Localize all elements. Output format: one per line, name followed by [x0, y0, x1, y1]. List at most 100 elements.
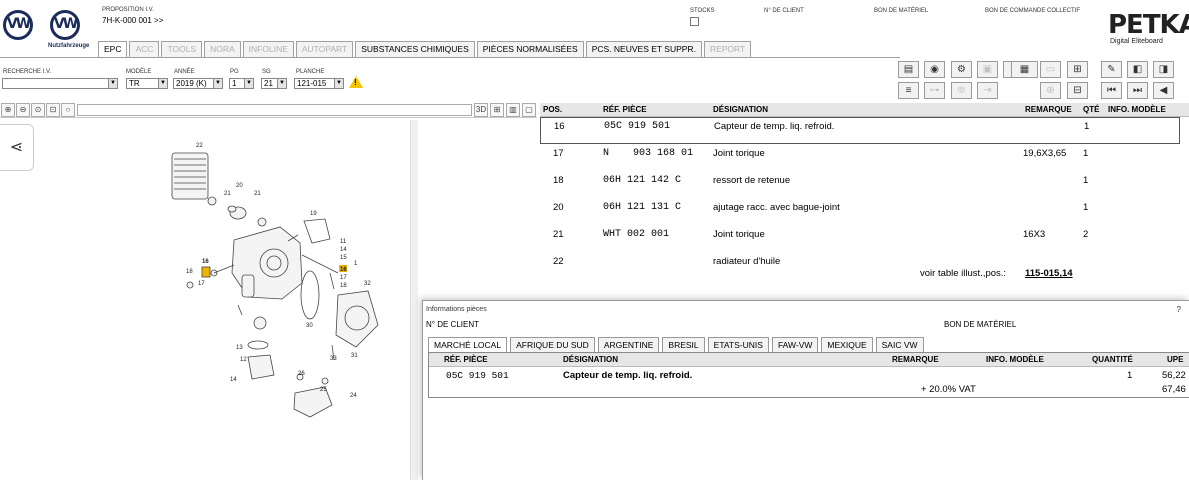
zoom-fit-icon[interactable]: ⊙: [31, 103, 45, 117]
tab-brazil[interactable]: BRESIL: [662, 337, 705, 352]
vehicle-icon[interactable]: ⊚: [951, 82, 972, 99]
next-plate-icon[interactable]: ◨: [1153, 61, 1174, 78]
search-vin-select[interactable]: ▼: [2, 78, 118, 89]
table-row[interactable]: 21 WHT 002 001 Joint torique 16X3 2: [540, 226, 1180, 253]
see-table-link[interactable]: 115-015,14: [1025, 268, 1073, 279]
cart-add-icon[interactable]: ⊕: [1040, 82, 1061, 99]
col-remark[interactable]: REMARQUE: [1025, 105, 1072, 114]
tab-epc[interactable]: EPC: [98, 41, 128, 58]
exploded-parts-diagram[interactable]: 22 20 21 21 19 16 18 17 11 14 15 16 17 1…: [150, 135, 410, 425]
col-pos[interactable]: POS.: [543, 105, 562, 114]
tab-infoline[interactable]: INFOLINE: [242, 41, 294, 57]
table-row[interactable]: 16 05C 919 501 Capteur de temp. liq. ref…: [540, 117, 1180, 144]
tab-saic-vw[interactable]: SAIC VW: [875, 337, 924, 352]
svg-text:24: 24: [350, 393, 357, 399]
row-remark: 16X3: [1023, 229, 1046, 240]
tab-argentina[interactable]: ARGENTINE: [597, 337, 660, 352]
row-qty: 2: [1083, 229, 1089, 240]
basket-icon[interactable]: ▭: [1040, 61, 1061, 78]
price-row-upe: 56,22: [1162, 370, 1186, 381]
tab-new-removed-parts[interactable]: PCS. NEUVES ET SUPPR.: [585, 41, 702, 57]
tab-standard-parts[interactable]: PIÈCES NORMALISÉES: [476, 41, 584, 57]
model-select[interactable]: TR ▼: [126, 78, 168, 89]
illustration-toolbar: ⊕ ⊖ ⊙ ⊡ ○ 3D ⊞ ▥ ▢: [0, 103, 537, 118]
col-ref[interactable]: RÉF. PIÈCE: [603, 105, 647, 114]
arrows-icon[interactable]: ⇥: [977, 82, 998, 99]
plate-select[interactable]: 121-015 ▼: [294, 78, 344, 89]
share-icon[interactable]: ⋖: [0, 124, 34, 171]
cart-edit-icon[interactable]: ⊟: [1067, 82, 1088, 99]
col-designation[interactable]: DÉSIGNATION: [713, 105, 768, 114]
table-row[interactable]: 20 06H 121 131 C ajutage racc. avec bagu…: [540, 199, 1180, 226]
diagram-scrollbar[interactable]: [410, 120, 418, 480]
tab-report[interactable]: REPORT: [703, 41, 752, 57]
dialog-title: Informations pièces: [426, 306, 487, 313]
tab-faw-vw[interactable]: FAW-VW: [771, 337, 819, 352]
svg-text:32: 32: [364, 281, 371, 287]
image-icon[interactable]: ▣: [977, 61, 998, 78]
search-vin-label: RECHERCHE I.V.: [3, 69, 52, 75]
svg-text:14: 14: [230, 377, 237, 383]
row-designation: ajutage racc. avec bague-joint: [713, 202, 840, 213]
svg-text:16: 16: [202, 259, 209, 265]
first-icon[interactable]: ⏮: [1101, 82, 1122, 99]
stocks-checkbox[interactable]: [690, 17, 699, 26]
tab-local-market[interactable]: MARCHÉ LOCAL: [428, 337, 508, 353]
split-view-icon[interactable]: ⊞: [490, 103, 504, 117]
col-quantity: QUANTITÉ: [1092, 355, 1133, 364]
row-qty: 1: [1083, 148, 1089, 159]
tab-acc[interactable]: ACC: [129, 41, 160, 57]
vat-label: + 20.0% VAT: [921, 384, 976, 395]
fullscreen-icon[interactable]: ▢: [522, 103, 536, 117]
col-qty[interactable]: QTÉ: [1083, 105, 1099, 114]
key-icon[interactable]: ⊶: [924, 82, 945, 99]
row-designation: Joint torique: [713, 148, 765, 159]
table-row[interactable]: 18 06H 121 142 C ressort de retenue 1: [540, 172, 1180, 199]
svg-text:21: 21: [254, 191, 261, 197]
svg-text:19: 19: [310, 211, 317, 217]
tab-nora[interactable]: NORA: [204, 41, 241, 57]
year-select[interactable]: 2019 (K) ▼: [173, 78, 223, 89]
prev-plate-icon[interactable]: ◧: [1127, 61, 1148, 78]
tab-autopart[interactable]: AUTOPART: [295, 41, 354, 57]
barcode-icon[interactable]: ≡: [898, 82, 919, 99]
printer-icon[interactable]: ▤: [898, 61, 919, 78]
table-row[interactable]: 22 radiateur d'huile voir table illust.,…: [540, 253, 1180, 285]
app-header: VW VW Nutzfahrzeuge PROPOSITION I.V. 7H-…: [0, 0, 1189, 66]
petka-subtitle: Digital Eliteboard: [1110, 38, 1163, 45]
previous-icon[interactable]: ⏭: [1127, 82, 1148, 99]
help-icon[interactable]: ?: [1177, 305, 1181, 314]
col-model-info[interactable]: INFO. MODÈLE: [1108, 105, 1166, 114]
warning-icon[interactable]: !: [349, 76, 363, 88]
illustration-search-input[interactable]: [77, 104, 472, 116]
elsa-icon[interactable]: ▦: [1011, 61, 1038, 78]
zoom-out-icon[interactable]: ⊖: [16, 103, 30, 117]
petka-logo: PETKA: [1108, 10, 1189, 40]
see-table-text: voir table illust.,pos.:: [920, 268, 1007, 279]
pg-select[interactable]: 1 ▼: [229, 78, 254, 89]
col-model-info: INFO. MODÈLE: [986, 355, 1044, 364]
zoom-in-icon[interactable]: ⊕: [1, 103, 15, 117]
back-icon[interactable]: ◀: [1153, 82, 1174, 99]
proposition-value[interactable]: 7H-K-000 001 >>: [102, 16, 163, 25]
market-tabs: MARCHÉ LOCAL AFRIQUE DU SUD ARGENTINE BR…: [428, 337, 927, 353]
magnifier-icon[interactable]: ○: [61, 103, 75, 117]
tab-tools[interactable]: TOOLS: [161, 41, 203, 57]
tab-mexico[interactable]: MEXIQUE: [821, 337, 873, 352]
price-row-ref: 05C 919 501: [446, 370, 509, 381]
car-icon[interactable]: ⚙: [951, 61, 972, 78]
vw-nutzfahrzeuge-logo-icon: VW: [50, 10, 80, 40]
pin-icon[interactable]: ✎: [1101, 61, 1122, 78]
layout-icon[interactable]: ▥: [506, 103, 520, 117]
tab-chemical-substances[interactable]: SUBSTANCES CHIMIQUES: [355, 41, 475, 57]
zoom-window-icon[interactable]: ⊡: [46, 103, 60, 117]
tab-usa[interactable]: ETATS-UNIS: [707, 337, 769, 352]
cart-icon[interactable]: ⊞: [1067, 61, 1088, 78]
tab-south-africa[interactable]: AFRIQUE DU SUD: [510, 337, 595, 352]
scanner-icon[interactable]: ◉: [924, 61, 945, 78]
sg-select[interactable]: 21 ▼: [261, 78, 287, 89]
year-label: ANNÉE: [174, 69, 195, 75]
view-3d-button[interactable]: 3D: [474, 103, 488, 117]
table-row[interactable]: 17 N 903 168 01 Joint torique 19,6X3,65 …: [540, 145, 1180, 172]
logo-subtitle: Nutzfahrzeuge: [48, 43, 90, 49]
